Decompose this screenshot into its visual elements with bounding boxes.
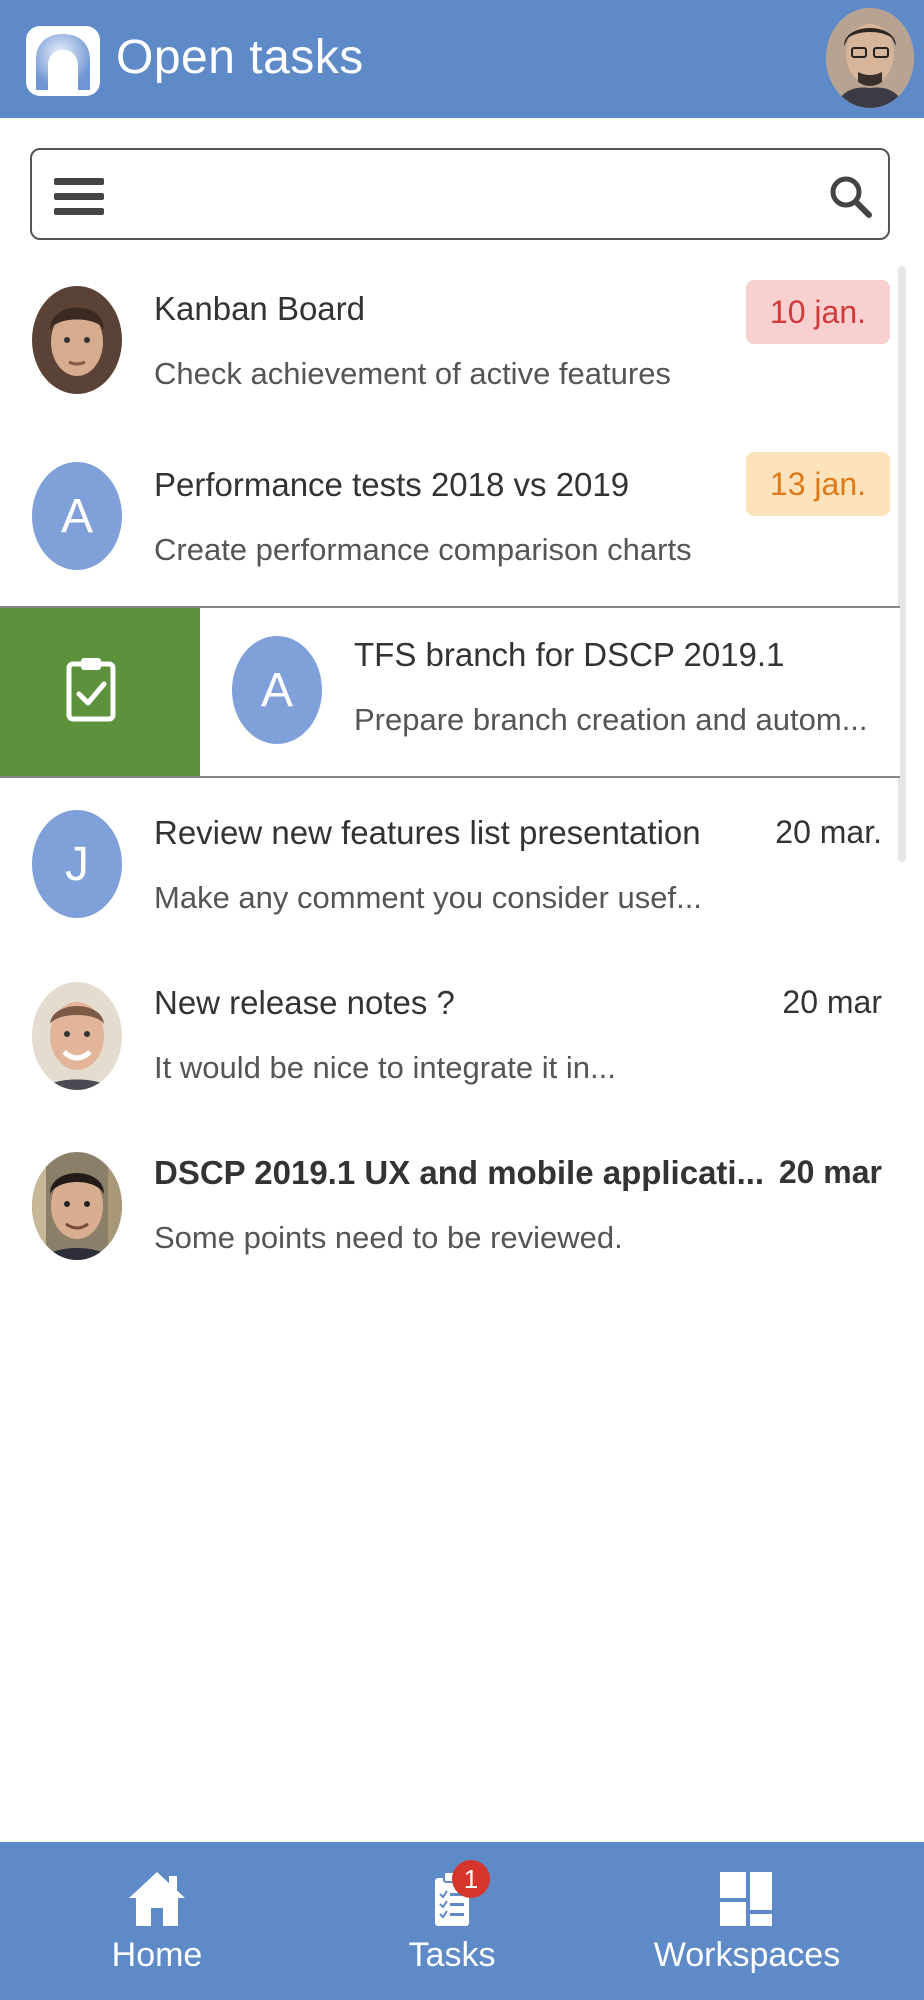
task-title: DSCP 2019.1 UX and mobile applicati... (154, 1154, 765, 1191)
task-title: Performance tests 2018 vs 2019 (154, 466, 630, 503)
task-item[interactable]: A Performance tests 2018 vs 2019 Create … (0, 442, 900, 612)
home-icon (129, 1872, 185, 1926)
due-date-badge: 10 jan. (745, 280, 890, 344)
search-icon[interactable] (828, 174, 872, 218)
clipboard-check-icon (66, 658, 116, 722)
app-header: Open tasks (0, 0, 924, 118)
user-photo-icon (826, 8, 914, 108)
user-avatar[interactable] (826, 8, 914, 108)
hamburger-menu-icon[interactable] (54, 176, 104, 216)
nav-tasks[interactable]: 1 Tasks (302, 1842, 602, 2000)
due-date: 20 mar. (775, 814, 882, 850)
assignee-avatar: A (232, 636, 322, 744)
swiped-task-content[interactable]: A TFS branch for DSCP 2019.1 Prepare bra… (200, 608, 900, 776)
assignee-avatar: J (32, 810, 122, 918)
assignee-avatar (32, 1152, 122, 1260)
nav-workspaces[interactable]: Workspaces (597, 1842, 897, 2000)
search-bar (30, 148, 890, 240)
due-date: 20 mar (782, 984, 882, 1020)
task-item[interactable]: Kanban Board Check achievement of active… (0, 266, 900, 436)
page-title: Open tasks (116, 31, 364, 84)
assignee-avatar (32, 982, 122, 1090)
task-subtitle: Some points need to be reviewed. (154, 1220, 623, 1255)
task-item[interactable]: DSCP 2019.1 UX and mobile applicati... S… (0, 1134, 900, 1304)
complete-task-button[interactable] (0, 608, 200, 776)
task-subtitle: Prepare branch creation and autom... (354, 702, 868, 737)
task-subtitle: Create performance comparison charts (154, 532, 692, 567)
app-logo-icon (26, 26, 100, 96)
search-input[interactable] (124, 164, 828, 226)
task-subtitle: Check achievement of active features (154, 356, 671, 391)
task-title: Review new features list presentation (154, 814, 701, 851)
task-subtitle: Make any comment you consider usef... (154, 880, 702, 915)
assignee-avatar (32, 286, 122, 394)
nav-home-label: Home (111, 1936, 203, 1974)
nav-workspaces-label: Workspaces (653, 1936, 841, 1974)
assignee-avatar: A (32, 462, 122, 570)
person-photo-icon (32, 982, 122, 1090)
task-item-swiped[interactable]: A TFS branch for DSCP 2019.1 Prepare bra… (0, 606, 900, 778)
due-date: 20 mar (778, 1154, 882, 1190)
task-subtitle: It would be nice to integrate it in... (154, 1050, 616, 1085)
task-title: New release notes ? (154, 984, 455, 1021)
nav-tasks-label: Tasks (408, 1936, 496, 1974)
tasks-notification-badge: 1 (452, 1860, 490, 1898)
task-title: TFS branch for DSCP 2019.1 (354, 636, 785, 673)
nav-home[interactable]: Home (7, 1842, 307, 2000)
bottom-navigation: Home 1 Tasks Workspaces (0, 1842, 924, 2000)
task-item[interactable]: J Review new features list presentation … (0, 790, 900, 960)
task-title: Kanban Board (154, 290, 366, 327)
due-date-badge: 13 jan. (745, 452, 890, 516)
person-photo-icon (32, 286, 122, 394)
workspaces-grid-icon (720, 1872, 772, 1926)
person-photo-icon (32, 1152, 122, 1260)
task-item[interactable]: New release notes ? It would be nice to … (0, 964, 900, 1134)
